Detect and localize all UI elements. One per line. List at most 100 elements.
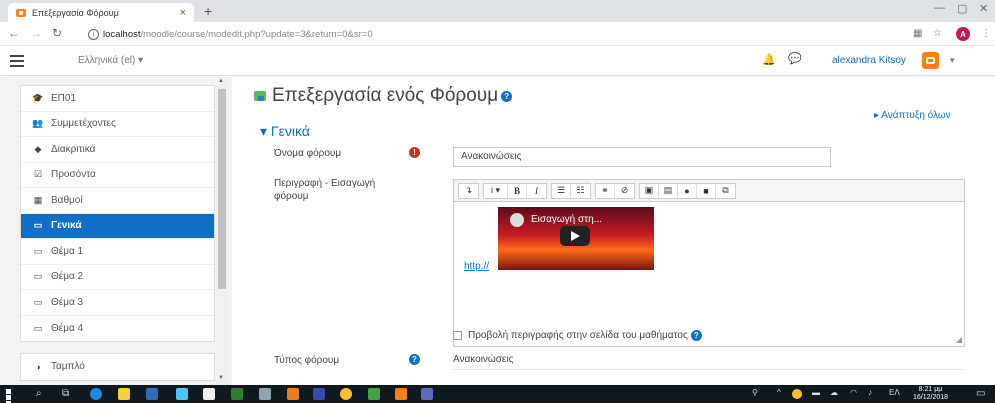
manage-files-icon[interactable]: ⧉ <box>716 184 735 198</box>
task-view-icon[interactable]: ⧉ <box>62 388 69 399</box>
windows-taskbar: ⌕ ⧉ ⚲ ^ ▬ ☁ ◠ ♪ ΕΛ 8:21 μμ 16/12/2018 ▭ <box>0 385 995 403</box>
forum-name-input[interactable]: Ανακοινώσεις <box>453 147 831 167</box>
scroll-up-icon[interactable]: ▲ <box>218 78 224 84</box>
new-tab-button[interactable]: + <box>204 3 212 19</box>
description-label: Περιγραφή - Εισαγωγή φόρουμ <box>274 178 376 202</box>
translate-icon[interactable]: ▦ <box>913 28 922 39</box>
show-description-checkbox[interactable] <box>453 331 462 340</box>
unordered-list-icon[interactable]: ☰ <box>552 183 571 198</box>
image-icon[interactable]: ▣ <box>640 183 659 198</box>
search-icon[interactable]: ⌕ <box>36 388 42 399</box>
unlink-icon[interactable]: ⊘ <box>615 184 634 198</box>
embedded-video[interactable]: Εισαγωγή στη... <box>498 207 654 270</box>
bold-icon[interactable]: B <box>508 183 527 198</box>
keyboard-language[interactable]: ΕΛ <box>889 388 900 397</box>
sidebar-item-label: Θέμα 2 <box>51 271 84 283</box>
file-explorer-icon[interactable] <box>118 388 130 400</box>
course-sidebar: 🎓 ΕΠ01 👥 Συμμετέχοντες ◆ Διακριτικά ☑ Προσόν… <box>0 77 232 385</box>
app-icon[interactable] <box>368 388 380 400</box>
sidebar-item-topic-3[interactable]: ▭ Θέμα 3 <box>21 290 214 316</box>
record-audio-icon[interactable]: ● <box>678 183 697 198</box>
link-icon[interactable]: ⚭ <box>596 183 615 198</box>
sidebar-item-dashboard[interactable]: ◑ Ταμπλό <box>21 354 214 380</box>
user-avatar-icon[interactable] <box>922 52 939 69</box>
editor-link[interactable]: http:// <box>464 261 489 272</box>
moodle-icon[interactable] <box>395 388 407 400</box>
tray-app-icon[interactable] <box>792 389 802 399</box>
sidebar-item-badges[interactable]: ◆ Διακριτικά <box>21 137 214 163</box>
user-menu-caret-icon[interactable]: ▾ <box>950 55 955 66</box>
ordered-list-icon[interactable]: ☷ <box>571 184 590 198</box>
users-icon: 👥 <box>32 118 44 129</box>
notifications-icon[interactable]: ▭ <box>976 388 985 399</box>
dashboard-icon: ◑ <box>35 361 41 372</box>
browser-menu-icon[interactable]: ⋮ <box>981 28 991 39</box>
amazon-icon[interactable] <box>203 388 215 400</box>
app-icon[interactable] <box>421 388 433 400</box>
record-video-icon[interactable]: ■ <box>697 183 716 198</box>
reload-icon[interactable]: ↻ <box>52 26 62 40</box>
sidebar-item-topic-1[interactable]: ▭ Θέμα 1 <box>21 239 214 265</box>
forward-icon[interactable]: → <box>30 26 42 40</box>
italic-icon[interactable]: I <box>527 184 546 198</box>
toolbar-toggle-icon[interactable]: ↴ <box>459 184 478 198</box>
description-editor[interactable]: ↴ i ▾ B I ☰ ☷ ⚭ ⊘ ▣ ▤ ● ■ ⧉ Εισαγωγή στη… <box>453 179 965 347</box>
sidebar-item-general[interactable]: ▭ Γενικά <box>21 213 214 239</box>
sidebar-item-topic-4[interactable]: ▭ Θέμα 4 <box>21 316 214 342</box>
profile-avatar[interactable]: A <box>956 27 970 41</box>
checkbox-icon: ☑ <box>33 169 43 180</box>
scrollbar-thumb[interactable] <box>218 89 226 289</box>
editor-content[interactable]: Εισαγωγή στη... http:// ◢ <box>454 202 964 346</box>
help-icon[interactable]: ? <box>409 354 420 365</box>
paragraph-styles-icon[interactable]: i ▾ <box>484 183 508 198</box>
sidebar-item-competencies[interactable]: ☑ Προσόντα <box>21 163 214 188</box>
edge-icon[interactable] <box>90 388 102 400</box>
battery-icon[interactable]: ▬ <box>812 388 820 397</box>
store-icon[interactable] <box>146 388 158 400</box>
minimize-icon[interactable]: — <box>934 2 945 14</box>
sidebar-item-label: Θέμα 1 <box>51 245 84 257</box>
scroll-down-icon[interactable]: ▼ <box>218 375 224 381</box>
app-icon[interactable] <box>287 388 299 400</box>
sidebar-item-topic-2[interactable]: ▭ Θέμα 2 <box>21 265 214 290</box>
url-field[interactable]: i localhost/moodle/course/modedit.php?up… <box>88 25 878 43</box>
app-icon[interactable] <box>259 388 271 400</box>
app-icon[interactable] <box>176 388 188 400</box>
sidebar-item-participants[interactable]: 👥 Συμμετέχοντες <box>21 112 214 137</box>
show-description-label: Προβολή περιγραφής στην σελίδα του μαθήμ… <box>468 330 688 341</box>
browser-tab-bar: Επεξεργασία Φόρουμ × + — ▢ ✕ <box>0 0 995 22</box>
system-clock[interactable]: 8:21 μμ 16/12/2018 <box>913 386 948 402</box>
help-icon[interactable]: ? <box>690 330 702 341</box>
language-menu[interactable]: Ελληνικά (el) ▾ <box>78 55 143 66</box>
volume-icon[interactable]: ♪ <box>868 388 872 397</box>
wifi-icon[interactable]: ◠ <box>850 388 857 397</box>
app-icon[interactable] <box>313 388 325 400</box>
chrome-icon[interactable] <box>340 388 352 400</box>
play-icon[interactable] <box>560 226 590 246</box>
section-general-toggle[interactable]: ▾ Γενικά <box>260 123 310 140</box>
bookmark-star-icon[interactable]: ☆ <box>933 28 942 39</box>
sidebar-scrollbar[interactable]: ▲ ▼ <box>216 77 228 385</box>
hamburger-menu-icon[interactable] <box>10 55 24 67</box>
messages-icon[interactable]: 💬 <box>788 52 802 65</box>
clock-date: 16/12/2018 <box>913 394 949 401</box>
tray-chevron-icon[interactable]: ^ <box>777 388 781 397</box>
site-info-icon[interactable]: i <box>88 28 99 40</box>
maximize-icon[interactable]: ▢ <box>957 2 967 15</box>
help-icon[interactable]: ? <box>501 90 513 102</box>
window-close-icon[interactable]: ✕ <box>979 2 988 15</box>
sidebar-item-grades[interactable]: ▦ Βαθμοί <box>21 188 214 214</box>
tab-close-icon[interactable]: × <box>180 7 186 19</box>
people-icon[interactable]: ⚲ <box>752 388 758 397</box>
cloud-icon[interactable]: ☁ <box>830 388 838 397</box>
media-icon[interactable]: ▤ <box>659 183 678 198</box>
excel-icon[interactable] <box>231 388 243 400</box>
user-name[interactable]: alexandra Kitsoy <box>832 55 906 66</box>
resize-handle-icon[interactable]: ◢ <box>956 335 962 344</box>
expand-all-link[interactable]: ▸ Ανάπτυξη όλων <box>874 110 951 121</box>
back-icon[interactable]: ← <box>8 26 20 40</box>
notifications-bell-icon[interactable]: 🔔 <box>762 53 776 66</box>
windows-start-icon[interactable] <box>6 389 17 403</box>
sidebar-item-course[interactable]: 🎓 ΕΠ01 <box>21 86 214 112</box>
browser-tab[interactable]: Επεξεργασία Φόρουμ × <box>8 3 194 22</box>
